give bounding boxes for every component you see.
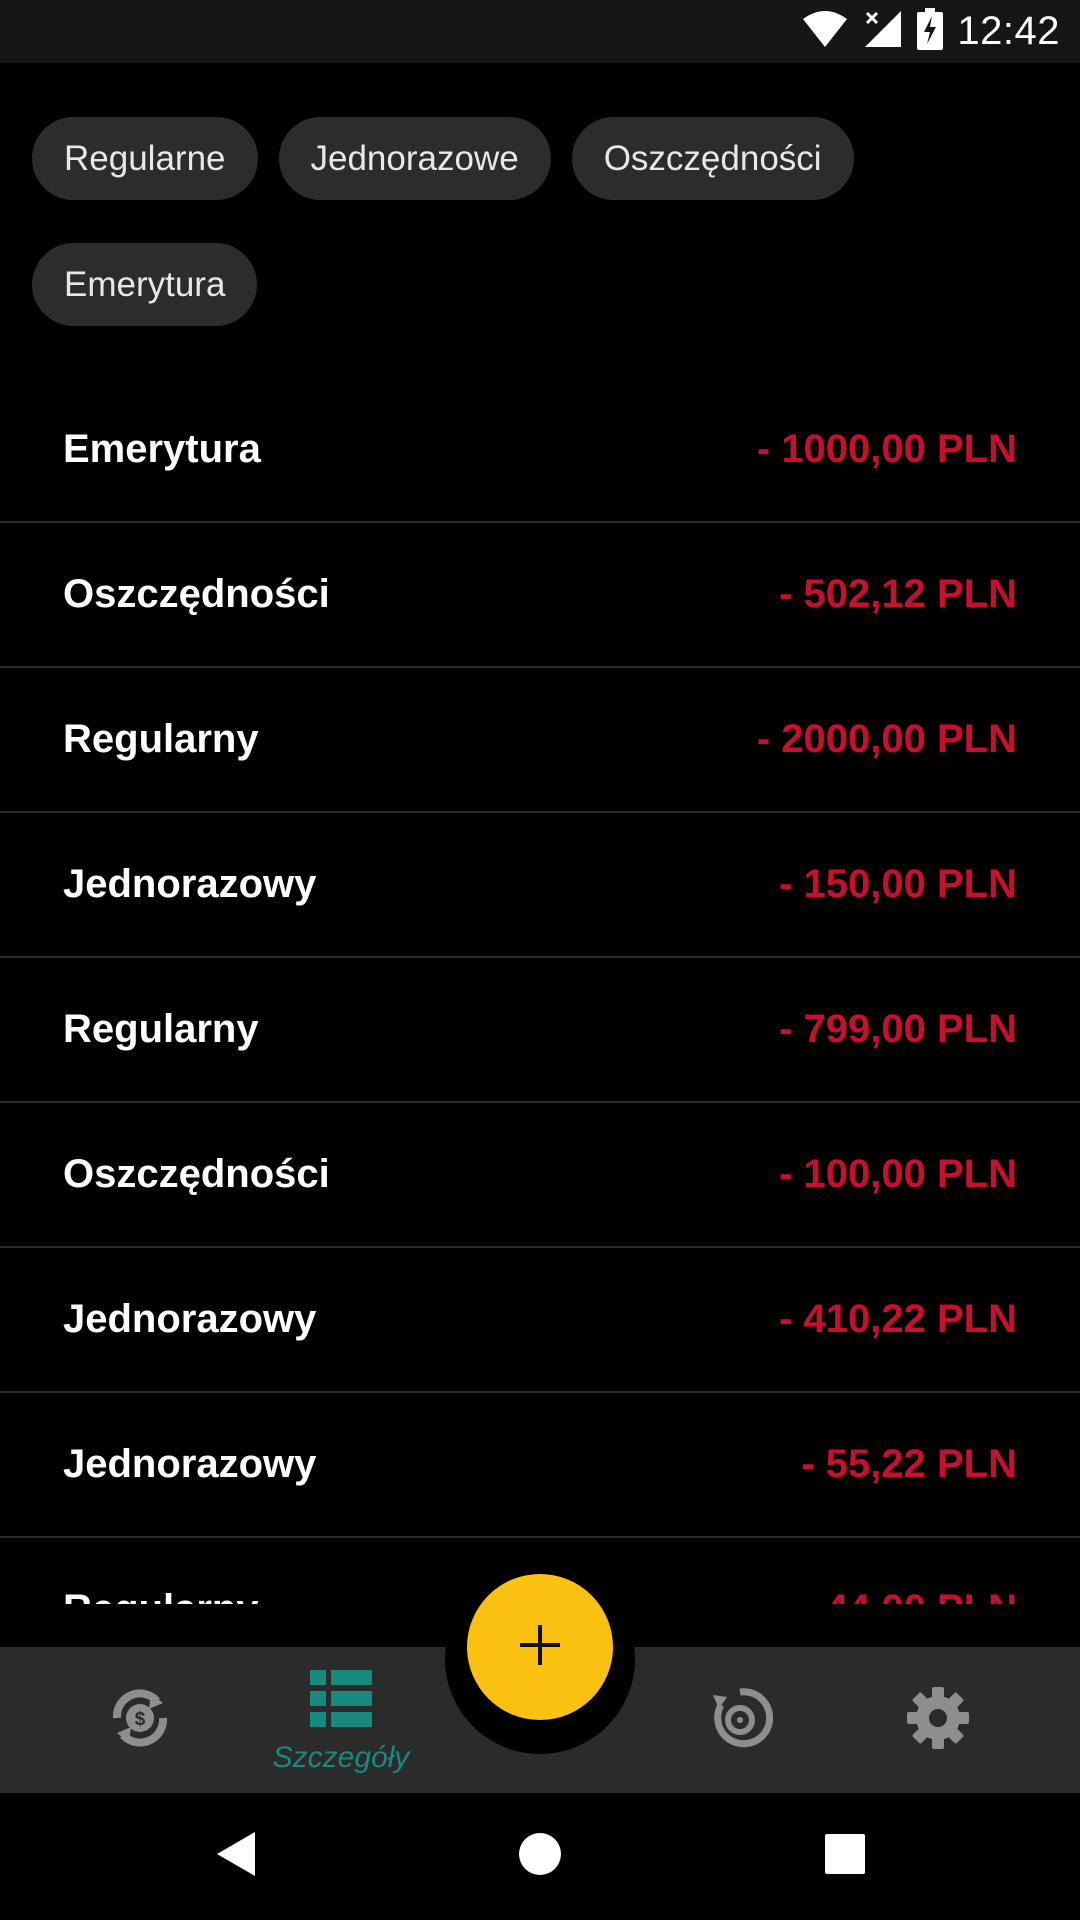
- status-time: 12:42: [957, 9, 1060, 53]
- list-item-label: Emerytura: [63, 427, 261, 471]
- list-item[interactable]: Jednorazowy - 410,22 PLN: [0, 1248, 1080, 1393]
- filter-chip-oszczednosci[interactable]: Oszczędności: [571, 117, 854, 200]
- list-item-label: Regularny: [63, 717, 259, 761]
- add-button[interactable]: [467, 1574, 613, 1720]
- list-item[interactable]: Oszczędności - 502,12 PLN: [0, 523, 1080, 668]
- home-button[interactable]: [505, 1793, 575, 1920]
- filter-chips: Regularne Jednorazowe Oszczędności Emery…: [32, 117, 1052, 326]
- list-item-label: Oszczędności: [63, 572, 330, 616]
- list-item[interactable]: Jednorazowy - 55,22 PLN: [0, 1393, 1080, 1538]
- list-item-amount: - 1000,00 PLN: [756, 427, 1017, 471]
- details-list-icon: [308, 1666, 374, 1737]
- list-item[interactable]: Jednorazowy - 150,00 PLN: [0, 813, 1080, 958]
- list-item[interactable]: Regularny - 2000,00 PLN: [0, 668, 1080, 813]
- list-item-amount: - 44,00 PLN: [801, 1587, 1017, 1604]
- recents-icon: [824, 1833, 866, 1880]
- filter-chip-jednorazowe[interactable]: Jednorazowe: [278, 117, 551, 200]
- list-item-label: Jednorazowy: [63, 862, 317, 906]
- list-item-amount: - 100,00 PLN: [779, 1152, 1017, 1196]
- list-item-label: Oszczędności: [63, 1152, 330, 1196]
- history-icon: [707, 1685, 774, 1756]
- plus-icon: [518, 1623, 562, 1672]
- currency-exchange-icon: $: [107, 1685, 173, 1756]
- list-item-amount: - 502,12 PLN: [779, 572, 1017, 616]
- list-item-label: Jednorazowy: [63, 1297, 317, 1341]
- nav-item-exchange[interactable]: $: [90, 1647, 190, 1793]
- back-icon: [213, 1830, 257, 1883]
- list-item-amount: - 799,00 PLN: [779, 1007, 1017, 1051]
- list-item-amount: - 2000,00 PLN: [756, 717, 1017, 761]
- system-navigation-bar: [0, 1793, 1080, 1920]
- list-item-amount: - 55,22 PLN: [801, 1442, 1017, 1486]
- wifi-icon: [801, 9, 849, 54]
- svg-text:$: $: [135, 1709, 146, 1730]
- list-item-amount: - 410,22 PLN: [779, 1297, 1017, 1341]
- nav-item-settings[interactable]: [888, 1647, 988, 1793]
- recents-button[interactable]: [810, 1793, 880, 1920]
- list-item-label: Regularny: [63, 1587, 259, 1604]
- list-item[interactable]: Emerytura - 1000,00 PLN: [0, 378, 1080, 523]
- list-item-label: Regularny: [63, 1007, 259, 1051]
- list-item[interactable]: Oszczędności - 100,00 PLN: [0, 1103, 1080, 1248]
- cellular-no-signal-icon: [863, 9, 903, 54]
- list-item-amount: - 150,00 PLN: [779, 862, 1017, 906]
- battery-charging-icon: [917, 8, 944, 55]
- status-bar: 12:42: [0, 0, 1080, 63]
- nav-item-details[interactable]: Szczegóły: [256, 1647, 426, 1793]
- status-icons: 12:42: [801, 0, 1060, 63]
- home-icon: [518, 1832, 562, 1881]
- nav-item-details-label: Szczegóły: [272, 1740, 410, 1774]
- list-item[interactable]: Regularny - 799,00 PLN: [0, 958, 1080, 1103]
- list-item-label: Jednorazowy: [63, 1442, 317, 1486]
- filter-chip-emerytura[interactable]: Emerytura: [32, 243, 258, 326]
- nav-item-history[interactable]: [690, 1647, 790, 1793]
- back-button[interactable]: [200, 1793, 270, 1920]
- transaction-list[interactable]: Emerytura - 1000,00 PLN Oszczędności - 5…: [0, 378, 1080, 1604]
- filter-chip-regularne[interactable]: Regularne: [32, 117, 258, 200]
- settings-icon: [905, 1685, 971, 1756]
